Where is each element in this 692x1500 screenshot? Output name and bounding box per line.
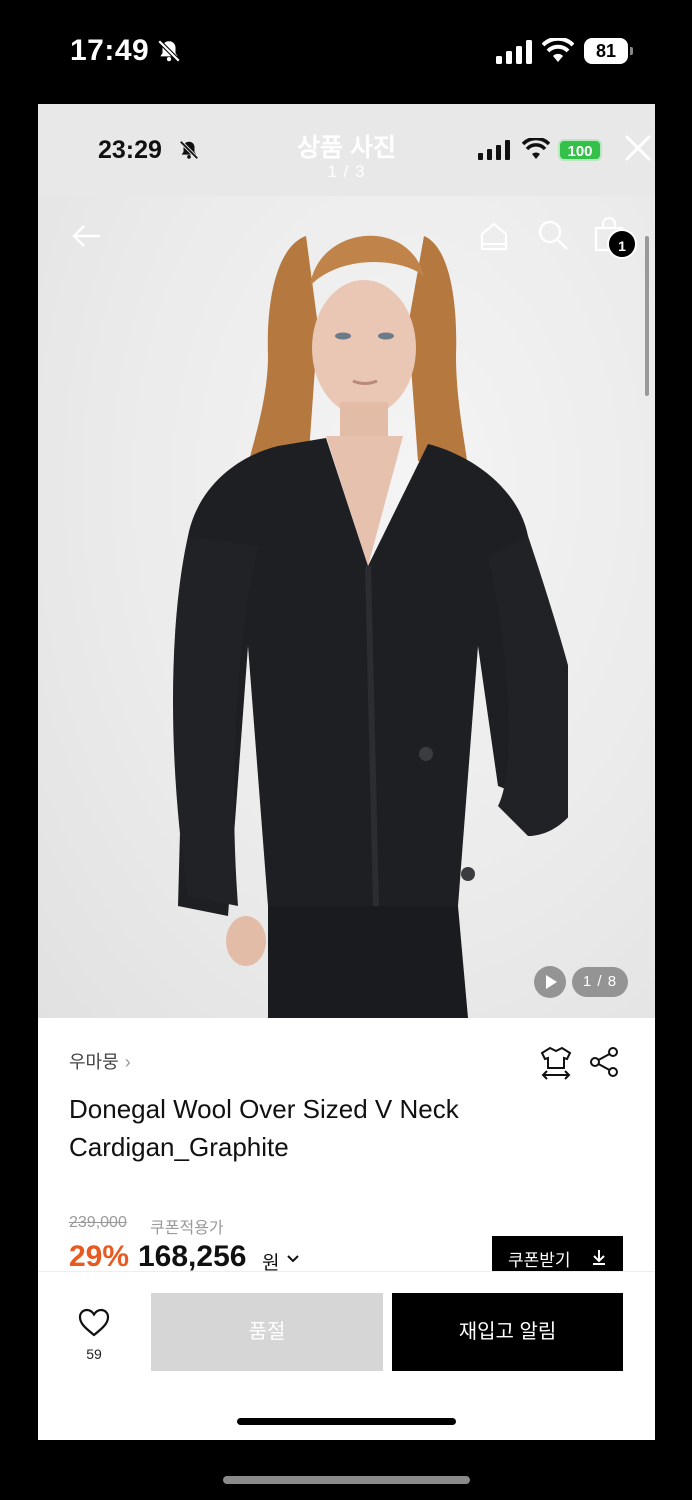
viewer-page-counter: 1 / 3: [327, 162, 366, 181]
product-model-image: [173, 235, 568, 1018]
soldout-button: 품절: [151, 1293, 383, 1371]
get-coupon-label: 쿠폰받기: [508, 1251, 571, 1270]
app-screen: 23:29 상품 사진 1 / 3 100 1 1 / 8 우마뭉 › Done…: [38, 104, 655, 1440]
coupon-price-label: 쿠폰적용가: [150, 1220, 224, 1237]
scrollbar[interactable]: [645, 236, 649, 396]
size-guide-icon[interactable]: [539, 1044, 573, 1080]
brand-name: 우마뭉: [69, 1052, 119, 1072]
product-photo[interactable]: 1 1 / 8: [38, 196, 655, 1018]
wifi-icon: [522, 138, 550, 159]
home-indicator[interactable]: [237, 1418, 456, 1425]
restock-alert-button[interactable]: 재입고 알림: [392, 1293, 623, 1371]
discount-rate: 29%: [69, 1240, 130, 1273]
share-icon[interactable]: [588, 1046, 620, 1078]
chevron-down-icon[interactable]: [284, 1250, 302, 1268]
outer-status-time: 17:49: [70, 34, 150, 67]
play-video-button[interactable]: [534, 966, 566, 998]
close-icon[interactable]: [622, 132, 654, 164]
bottom-action-bar: 59 품절 재입고 알림: [38, 1271, 655, 1440]
battery-level: 81: [584, 38, 628, 64]
photo-viewer-header: 23:29 상품 사진 1 / 3 100: [38, 104, 655, 196]
brand-link[interactable]: 우마뭉 ›: [69, 1048, 131, 1074]
battery-indicator: 81: [584, 38, 634, 64]
product-title: Donegal Wool Over Sized V Neck Cardigan_…: [69, 1090, 589, 1166]
outer-home-indicator[interactable]: [223, 1476, 470, 1484]
cellular-signal-icon: [478, 140, 510, 160]
back-arrow-icon[interactable]: [68, 218, 104, 254]
sale-price: 168,256: [138, 1240, 247, 1273]
bell-muted-icon: [157, 39, 181, 63]
wishlist-count: 59: [86, 1346, 102, 1362]
image-counter: 1 / 8: [572, 967, 628, 997]
battery-indicator: 100: [558, 139, 602, 161]
wifi-icon: [542, 38, 574, 62]
search-icon[interactable]: [536, 218, 570, 252]
home-icon[interactable]: [476, 218, 512, 254]
chevron-right-icon: ›: [124, 1052, 131, 1072]
outer-status-bar: 17:49 81: [0, 0, 692, 104]
product-title-line-2: Cardigan_Graphite: [69, 1132, 289, 1162]
play-icon: [546, 975, 557, 989]
download-icon: [593, 1250, 605, 1265]
cellular-signal-icon: [496, 40, 532, 64]
original-price: 239,000: [69, 1214, 127, 1231]
heart-icon[interactable]: [78, 1308, 110, 1338]
cart-count-badge: 1: [607, 229, 637, 259]
battery-nub: [630, 47, 633, 55]
product-title-line-1: Donegal Wool Over Sized V Neck: [69, 1094, 459, 1124]
get-coupon-button[interactable]: 쿠폰받기: [492, 1236, 623, 1276]
